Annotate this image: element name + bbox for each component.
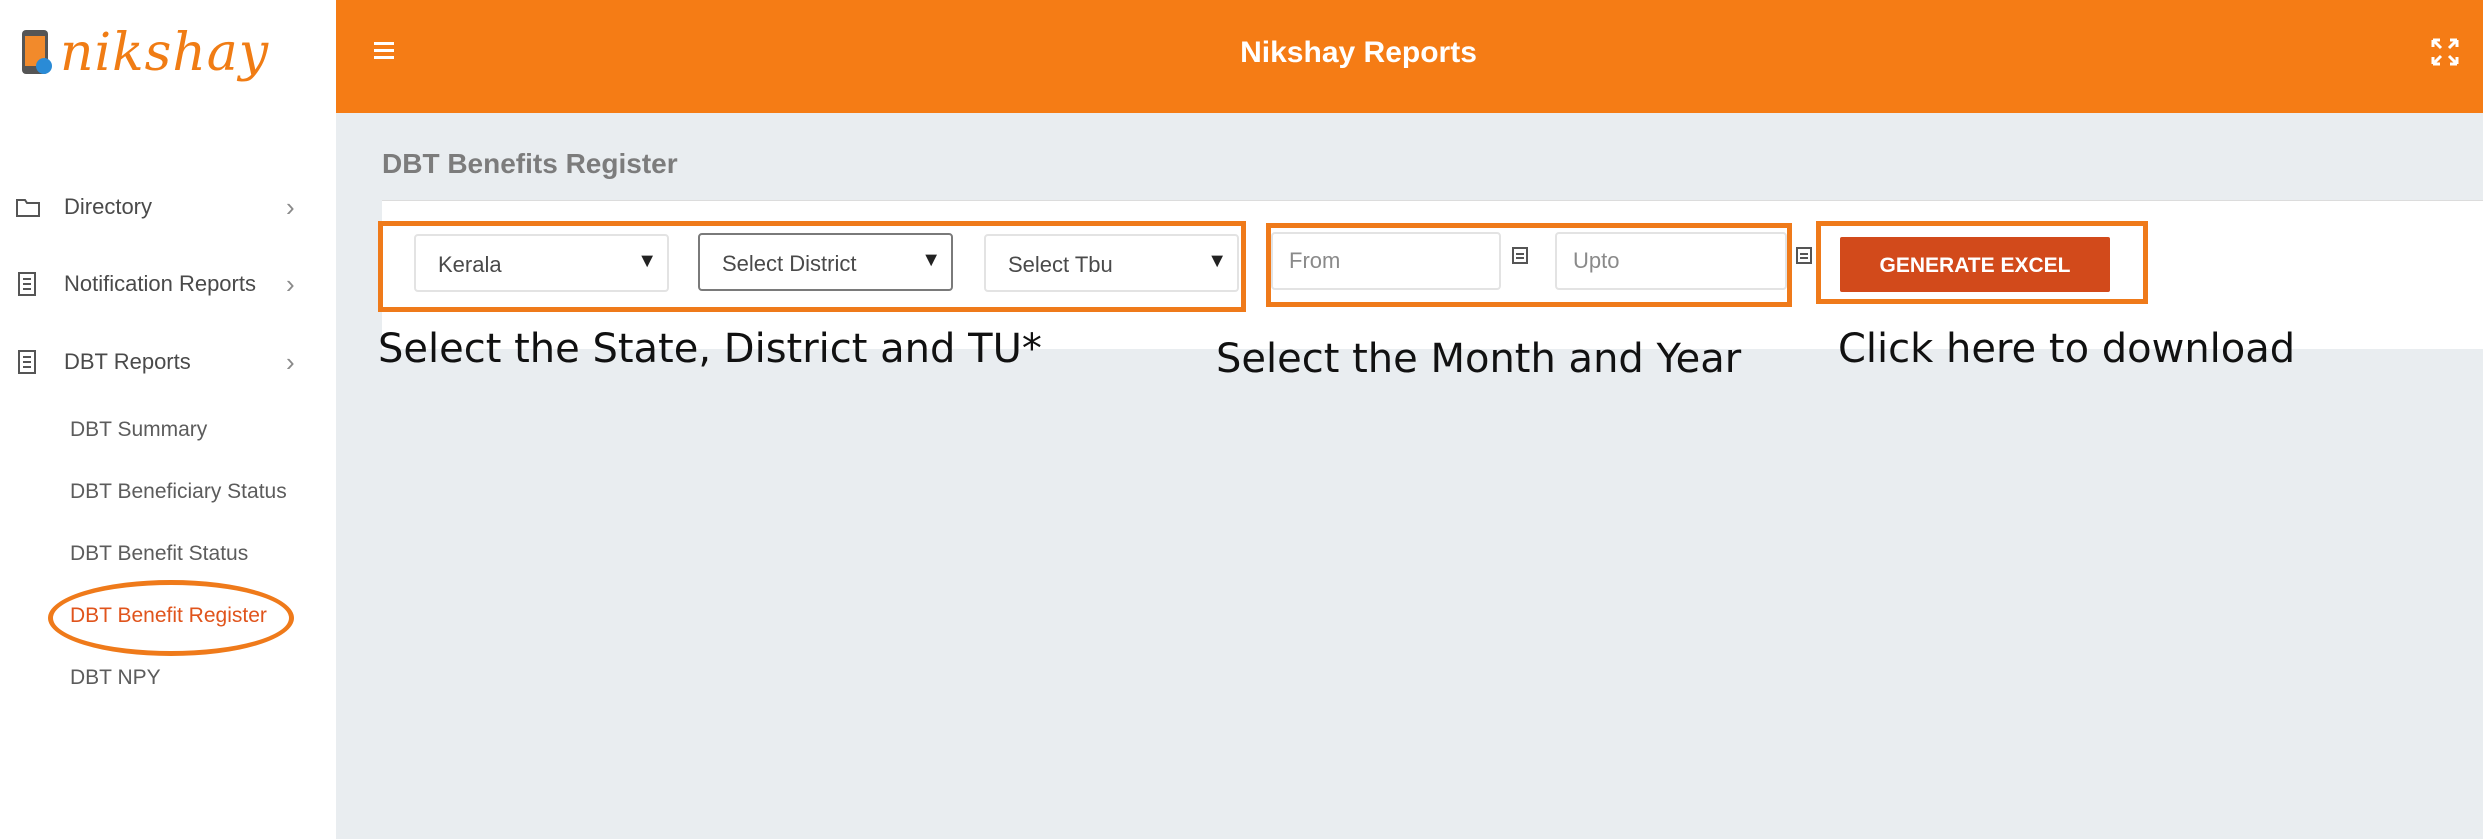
sidebar-item-label: DBT Reports bbox=[64, 349, 191, 374]
active-item-highlight-ring bbox=[48, 580, 294, 656]
sidebar-item-directory[interactable]: Directory › bbox=[0, 187, 336, 227]
location-filters-highlight bbox=[378, 221, 1246, 312]
nikshay-logo[interactable]: nikshay bbox=[18, 22, 269, 84]
sidebar-item-dbt-reports[interactable]: DBT Reports › bbox=[0, 342, 336, 382]
generate-button-highlight bbox=[1816, 221, 2148, 304]
sidebar-subitem-dbt-npy[interactable]: DBT NPY bbox=[70, 666, 161, 690]
phone-logo-icon bbox=[22, 30, 52, 74]
annotation-click-download: Click here to download bbox=[1838, 326, 2296, 372]
sidebar-subitem-dbt-summary[interactable]: DBT Summary bbox=[70, 418, 207, 442]
chevron-right-icon: › bbox=[286, 191, 295, 222]
folder-icon bbox=[16, 199, 40, 217]
page-header-title: Nikshay Reports bbox=[1240, 36, 1477, 69]
calendar-icon[interactable] bbox=[1796, 246, 1812, 264]
page-title: DBT Benefits Register bbox=[382, 148, 678, 179]
sidebar-item-label: Directory bbox=[64, 194, 153, 219]
sidebar-item-notification-reports[interactable]: Notification Reports › bbox=[0, 264, 336, 304]
document-icon bbox=[18, 272, 36, 296]
document-icon bbox=[18, 350, 36, 374]
sidebar: nikshay Directory › Notification Reports… bbox=[0, 0, 336, 839]
annotation-select-location: Select the State, District and TU* bbox=[378, 326, 1042, 372]
chevron-right-icon: › bbox=[286, 346, 295, 377]
date-filters-highlight bbox=[1266, 223, 1792, 307]
top-header: Nikshay Reports bbox=[336, 0, 2483, 113]
chevron-right-icon: › bbox=[286, 268, 295, 299]
logo-text: nikshay bbox=[60, 23, 270, 83]
sidebar-subitem-dbt-benefit-status[interactable]: DBT Benefit Status bbox=[70, 542, 248, 566]
fullscreen-icon[interactable] bbox=[2429, 36, 2461, 68]
annotation-select-month: Select the Month and Year bbox=[1216, 336, 1742, 382]
sidebar-subitem-dbt-beneficiary-status[interactable]: DBT Beneficiary Status bbox=[70, 480, 287, 504]
sidebar-item-label: Notification Reports bbox=[64, 271, 256, 296]
